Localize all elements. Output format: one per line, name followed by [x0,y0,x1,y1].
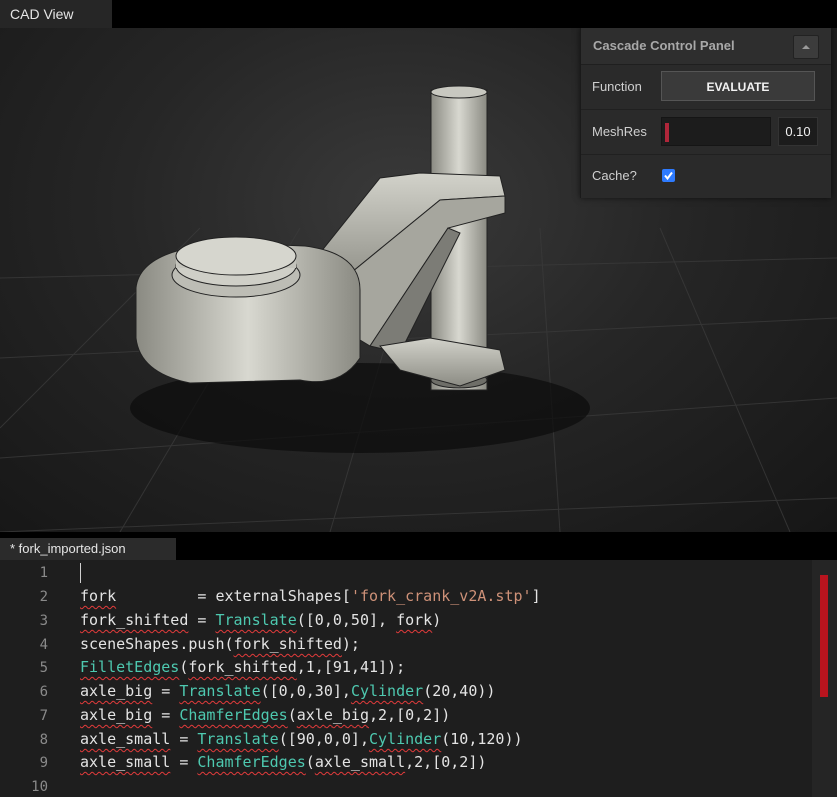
line-number: 8 [39,732,48,748]
code-line[interactable]: axle_small = ChamferEdges(axle_small,2,[… [80,753,486,771]
function-label: Function [592,79,642,94]
code-line[interactable]: sceneShapes.push(fork_shifted); [80,635,360,653]
checkbox-icon [664,171,673,181]
tab-cad-view[interactable]: CAD View [0,0,112,28]
meshres-value-input[interactable]: 0.10 [778,117,818,146]
line-gutter: 1 2 3 4 5 6 7 8 9 10 [0,560,62,797]
tab-file[interactable]: * fork_imported.json [0,538,176,560]
code-line[interactable]: fork_shifted = Translate([0,0,50], fork) [80,611,441,629]
line-number: 5 [39,660,48,676]
meshres-row: MeshRes 0.10 [581,110,831,155]
line-number: 7 [39,708,48,724]
line-number: 2 [39,589,48,605]
line-number: 10 [31,779,48,795]
panel-title: Cascade Control Panel [593,38,735,53]
chevron-up-icon [802,45,810,49]
meshres-label: MeshRes [592,124,647,139]
meshres-slider[interactable] [661,117,771,146]
cad-tab-bar: CAD View [0,0,837,28]
fork-boss [135,236,361,384]
code-line[interactable]: fork = externalShapes['fork_crank_v2A.st… [80,587,541,605]
line-number: 3 [39,613,48,629]
editor-tab-bar: * fork_imported.json [0,532,837,560]
line-number: 6 [39,684,48,700]
evaluate-button[interactable]: EVALUATE [661,71,815,101]
scrollbar-error-marker [820,575,828,697]
function-row: Function EVALUATE [581,65,831,110]
cache-label: Cache? [592,168,637,183]
line-number: 4 [39,637,48,653]
panel-header: Cascade Control Panel [581,28,831,65]
text-cursor [80,563,81,583]
collapse-button[interactable] [793,35,819,59]
line-number: 9 [39,755,48,771]
cache-row: Cache? [581,154,831,198]
line-number: 1 [39,565,48,581]
cache-checkbox[interactable] [662,169,675,182]
code-line[interactable]: FilletEdges(fork_shifted,1,[91,41]); [80,658,405,676]
code-line[interactable]: axle_big = ChamferEdges(axle_big,2,[0,2]… [80,706,450,724]
code-editor[interactable]: 1 2 3 4 5 6 7 8 9 10 fork = externalShap… [0,560,837,797]
slider-fill [665,123,669,142]
cascade-control-panel: Cascade Control Panel Function EVALUATE … [580,28,831,198]
code-line[interactable]: axle_small = Translate([90,0,0],Cylinder… [80,730,523,748]
code-line[interactable]: axle_big = Translate([0,0,30],Cylinder(2… [80,682,495,700]
